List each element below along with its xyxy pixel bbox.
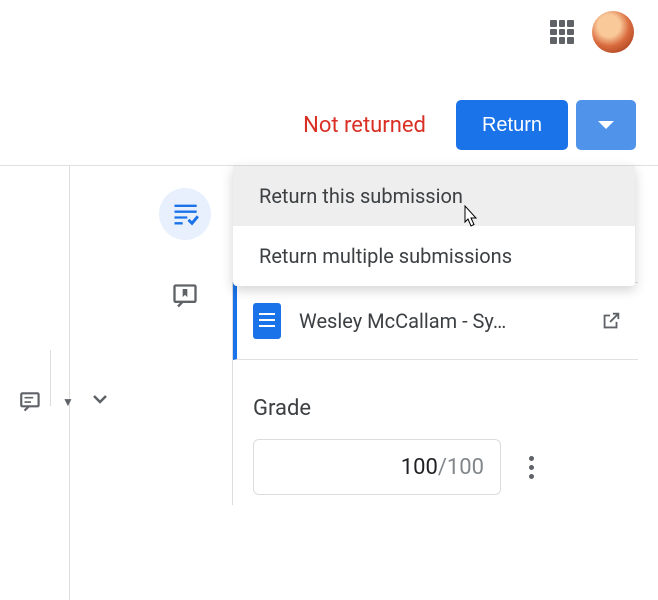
chevron-down-icon xyxy=(598,121,614,129)
grade-label: Grade xyxy=(253,396,618,421)
avatar[interactable] xyxy=(592,11,634,53)
menu-item-return-multiple[interactable]: Return multiple submissions xyxy=(233,226,635,286)
toolbar-divider xyxy=(50,350,51,406)
menu-item-return-this[interactable]: Return this submission xyxy=(233,166,635,226)
grade-max: /100 xyxy=(438,455,484,480)
return-dropdown-menu: Return this submission Return multiple s… xyxy=(233,166,635,286)
google-doc-icon xyxy=(253,303,281,339)
comment-mode-icon[interactable] xyxy=(18,389,44,415)
grade-options-button[interactable] xyxy=(521,448,542,487)
submission-panel: Wesley McCallam - Sy… Grade 100/100 xyxy=(232,282,638,505)
dropdown-arrow-icon[interactable]: ▼ xyxy=(62,395,74,409)
return-button[interactable]: Return xyxy=(456,100,568,150)
grade-value: 100 xyxy=(401,455,438,480)
left-toolbar: ▼ xyxy=(0,166,70,600)
comment-bank-button[interactable] xyxy=(159,270,211,322)
file-name: Wesley McCallam - Sy… xyxy=(299,309,582,333)
bookmark-comment-icon xyxy=(171,282,199,310)
status-badge: Not returned xyxy=(303,113,426,138)
file-attachment-row[interactable]: Wesley McCallam - Sy… xyxy=(233,282,638,360)
grade-section: Grade 100/100 xyxy=(233,360,638,505)
chevron-down-icon[interactable] xyxy=(88,387,112,417)
grade-row: 100/100 xyxy=(253,439,618,495)
top-header xyxy=(0,0,658,64)
grade-input[interactable]: 100/100 xyxy=(253,439,501,495)
apps-launcher-icon[interactable] xyxy=(550,20,574,44)
grading-icon xyxy=(171,200,199,228)
return-dropdown-button[interactable] xyxy=(576,100,636,150)
grading-tool-column xyxy=(150,166,220,322)
open-in-new-icon[interactable] xyxy=(600,310,622,332)
return-button-group: Return xyxy=(456,100,636,150)
action-bar: Not returned Return xyxy=(303,100,636,150)
grading-tool-button[interactable] xyxy=(159,188,211,240)
